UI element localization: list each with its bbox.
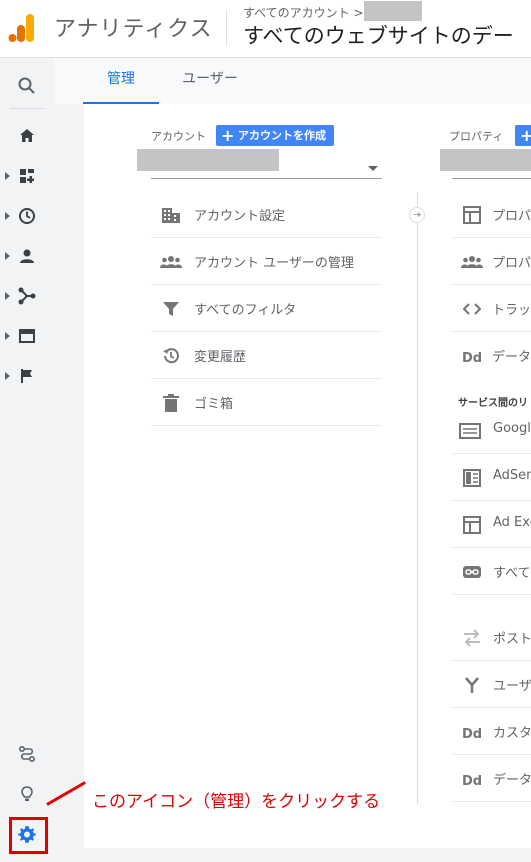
svg-text:Dd: Dd bbox=[462, 774, 482, 789]
menu-label: Google bbox=[493, 421, 531, 436]
rail-divider bbox=[10, 108, 44, 109]
lightbulb-icon[interactable] bbox=[17, 784, 37, 804]
person-icon[interactable] bbox=[17, 246, 37, 266]
account-column-label: アカウント bbox=[151, 130, 206, 143]
menu-property-settings[interactable]: プロパ bbox=[452, 191, 531, 238]
annotation-text: このアイコン（管理）をクリックする bbox=[92, 792, 381, 812]
annotation-highlight-box bbox=[9, 817, 48, 854]
menu-label: ゴミ箱 bbox=[194, 397, 234, 412]
menu-account-settings[interactable]: アカウント設定 bbox=[151, 191, 382, 238]
menu-label: プロパ bbox=[492, 256, 531, 271]
expand-arrow-icon[interactable] bbox=[5, 372, 10, 380]
admin-tabs: 管理 ユーザー bbox=[54, 58, 531, 104]
property-column-label: プロパティ bbox=[449, 130, 504, 143]
menu-label: データ bbox=[493, 773, 531, 788]
create-property-button[interactable]: + bbox=[515, 125, 531, 146]
trash-icon bbox=[163, 394, 179, 412]
left-nav-rail bbox=[0, 58, 54, 862]
dd-icon: Dd bbox=[462, 774, 482, 789]
fork-icon bbox=[465, 677, 479, 693]
menu-label: プロパ bbox=[492, 209, 531, 224]
menu-account-users[interactable]: アカウント ユーザーの管理 bbox=[151, 238, 382, 285]
chevron-down-icon[interactable] bbox=[368, 166, 378, 171]
menu-label: すべて bbox=[493, 566, 531, 581]
menu-tracking-info[interactable]: トラッ bbox=[452, 285, 531, 332]
people-icon bbox=[160, 256, 182, 268]
home-icon[interactable] bbox=[17, 126, 37, 146]
menu-label: データ bbox=[492, 350, 531, 365]
history-icon bbox=[163, 348, 179, 364]
postback-icon bbox=[464, 629, 480, 647]
admin-panel: アカウント + アカウントを作成 アカウント設定 アカウント ユーザーの管理 すべ… bbox=[84, 104, 531, 848]
menu-ad-exchange-link[interactable]: Ad Exc bbox=[452, 501, 531, 548]
menu-label: アカウント ユーザーの管理 bbox=[194, 256, 354, 271]
plus-icon: + bbox=[520, 126, 531, 145]
menu-label: すべてのフィルタ bbox=[194, 303, 297, 318]
arrow-right-icon bbox=[409, 207, 425, 223]
redacted-account-selector bbox=[137, 149, 279, 171]
property-selector-underline bbox=[452, 178, 531, 179]
menu-postbacks[interactable]: ポスト bbox=[452, 614, 531, 661]
google-ads-icon bbox=[459, 423, 481, 439]
filter-icon bbox=[163, 302, 179, 316]
account-selector-underline bbox=[151, 178, 382, 179]
app-header: アナリティクス すべてのアカウント > すべてのウェブサイトのデー bbox=[0, 0, 531, 58]
building-icon bbox=[162, 208, 180, 223]
menu-change-history[interactable]: 変更履歴 bbox=[151, 332, 382, 379]
menu-label: アカウント設定 bbox=[194, 209, 286, 224]
dashboard-icon[interactable] bbox=[17, 166, 37, 186]
breadcrumb[interactable]: すべてのアカウント > bbox=[243, 4, 364, 21]
svg-text:Dd: Dd bbox=[462, 351, 482, 366]
menu-data-import[interactable]: Dd データ bbox=[452, 755, 531, 802]
column-divider bbox=[417, 192, 418, 804]
menu-label: Ad Exc bbox=[493, 515, 531, 530]
menu-data-settings[interactable]: Dd データ bbox=[452, 332, 531, 379]
menu-adsense-link[interactable]: AdSen bbox=[452, 454, 531, 501]
square-icon bbox=[463, 516, 481, 534]
search-icon[interactable] bbox=[17, 76, 37, 96]
people-icon bbox=[461, 256, 483, 268]
adsense-icon bbox=[463, 469, 481, 487]
expand-arrow-icon[interactable] bbox=[5, 292, 10, 300]
menu-all-filters[interactable]: すべてのフィルタ bbox=[151, 285, 382, 332]
menu-label: ポスト bbox=[493, 632, 531, 647]
menu-trash[interactable]: ゴミ箱 bbox=[151, 379, 382, 426]
square-icon bbox=[463, 206, 481, 224]
expand-arrow-icon[interactable] bbox=[5, 172, 10, 180]
redacted-property-selector bbox=[440, 149, 531, 171]
behavior-icon[interactable] bbox=[17, 326, 37, 346]
dd-icon: Dd bbox=[462, 727, 482, 742]
view-selector[interactable]: すべてのウェブサイトのデー bbox=[243, 20, 514, 50]
link-icon bbox=[463, 566, 481, 578]
menu-label: 変更履歴 bbox=[194, 350, 247, 365]
menu-label: トラッ bbox=[492, 303, 531, 318]
app-title: アナリティクス bbox=[54, 17, 213, 42]
clock-icon[interactable] bbox=[17, 206, 37, 226]
code-icon bbox=[462, 303, 482, 315]
menu-user-id[interactable]: ユーザ bbox=[452, 661, 531, 708]
flag-icon[interactable] bbox=[17, 366, 37, 386]
menu-label: カスタ bbox=[493, 726, 531, 741]
menu-google-ads-link[interactable]: Google bbox=[452, 407, 531, 454]
menu-label: ユーザ bbox=[493, 679, 531, 694]
attribution-icon[interactable] bbox=[17, 744, 37, 764]
plus-icon: + bbox=[221, 126, 235, 145]
menu-custom-definitions[interactable]: Dd カスタ bbox=[452, 708, 531, 755]
redacted-account-name bbox=[364, 1, 422, 21]
expand-arrow-icon[interactable] bbox=[5, 332, 10, 340]
menu-all-products-link[interactable]: すべて bbox=[452, 548, 531, 595]
header-divider bbox=[226, 10, 227, 46]
expand-arrow-icon[interactable] bbox=[5, 252, 10, 260]
dd-icon: Dd bbox=[462, 351, 482, 366]
tab-user[interactable]: ユーザー bbox=[172, 58, 248, 104]
tab-admin[interactable]: 管理 bbox=[83, 58, 159, 104]
create-account-button[interactable]: + アカウントを作成 bbox=[216, 125, 334, 146]
create-account-button-label: アカウントを作成 bbox=[238, 129, 326, 142]
acquisition-icon[interactable] bbox=[17, 286, 37, 306]
expand-arrow-icon[interactable] bbox=[5, 212, 10, 220]
svg-text:Dd: Dd bbox=[462, 727, 482, 742]
analytics-logo-icon[interactable] bbox=[8, 12, 36, 44]
menu-property-users[interactable]: プロパ bbox=[452, 238, 531, 285]
menu-label: AdSen bbox=[493, 468, 531, 483]
